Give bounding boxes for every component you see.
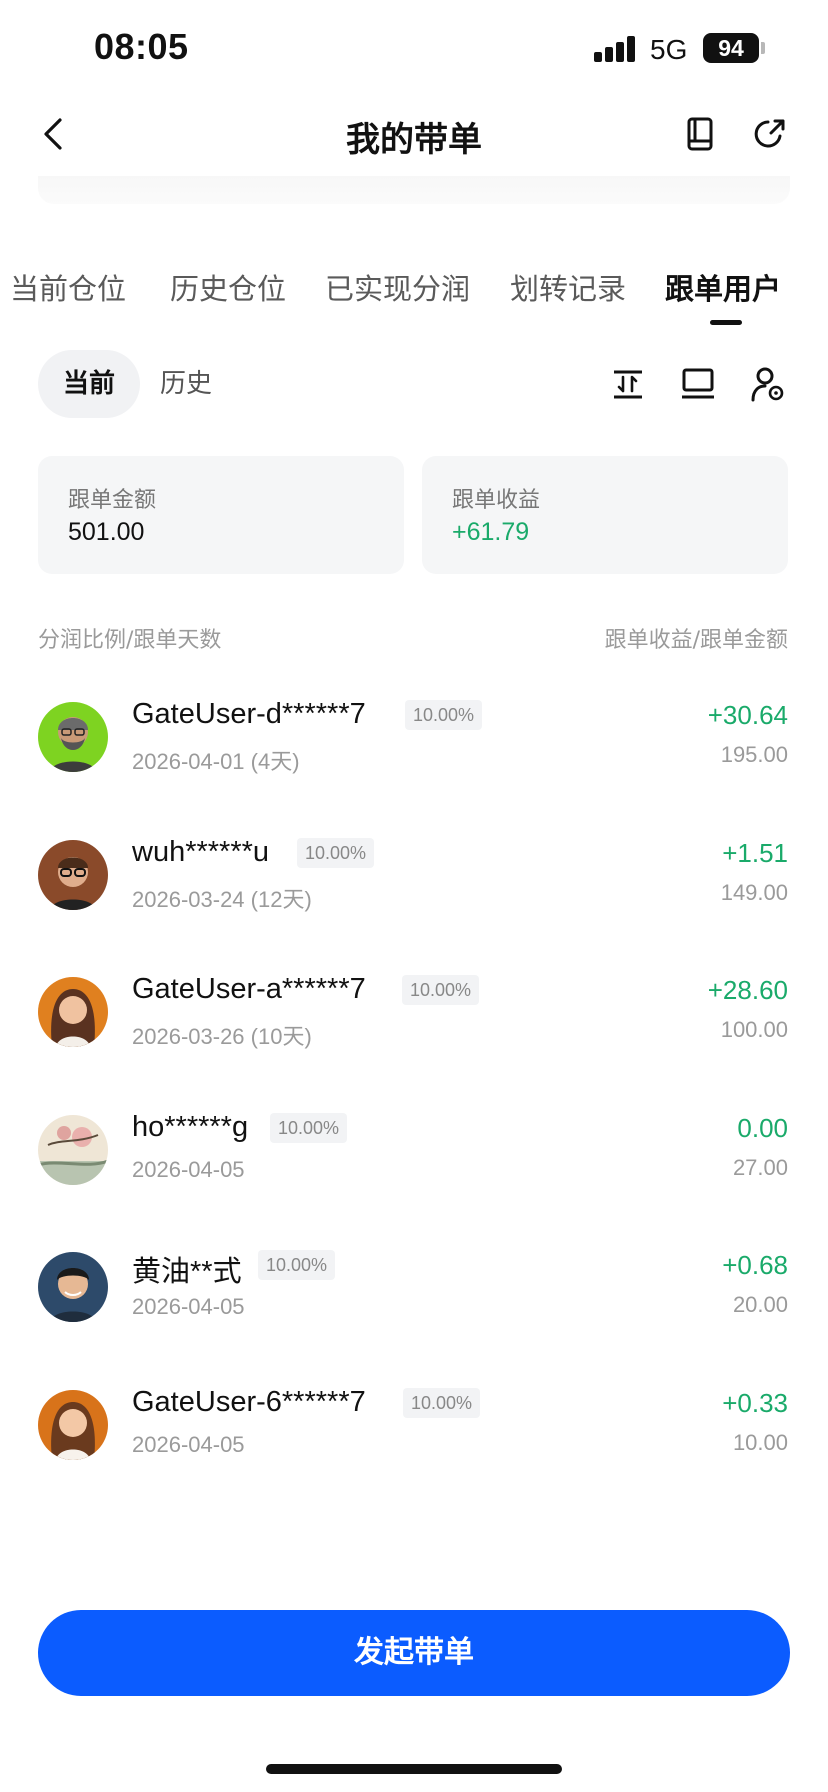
tab-bar: 当前仓位 历史仓位 已实现分润 划转记录 跟单用户 [0,262,828,332]
follower-amount: 100.00 [720,1017,788,1042]
follow-start-date: 2026-04-01 (4天) [132,749,300,774]
share-icon[interactable] [750,114,790,154]
follower-profit: +1.51 [722,838,788,868]
status-time: 08:05 [94,26,189,67]
follow-start-date: 2026-04-05 [132,1157,245,1182]
follower-row[interactable]: ho******g 10.00% 2026-04-05 0.00 27.00 [0,1111,828,1235]
follower-profit: +28.60 [707,975,788,1005]
avatar [38,702,108,772]
follower-amount: 27.00 [732,1155,788,1180]
follower-profit: +30.64 [707,700,788,730]
list-header-left: 分润比例/跟单天数 [38,628,222,653]
follower-profit: 0.00 [737,1113,788,1143]
avatar [38,1252,108,1322]
follow-amount-label: 跟单金额 [68,488,157,513]
follower-name: GateUser-6******7 [132,1386,366,1418]
follow-start-date: 2026-03-26 (10天) [132,1024,312,1049]
follower-profit: +0.68 [722,1250,788,1280]
profit-share-ratio-badge: 10.00% [270,1113,348,1143]
avatar [38,840,108,910]
follow-profit-value: +61.79 [452,518,530,546]
user-settings-icon[interactable] [748,364,788,404]
follower-profit: +0.33 [722,1388,788,1418]
follower-amount: 149.00 [720,880,788,905]
follow-amount-value: 501.00 [68,518,145,546]
book-icon[interactable] [680,114,720,154]
tab-followers[interactable]: 跟单用户 [665,266,781,308]
follower-name: GateUser-d******7 [132,698,366,730]
follow-start-date: 2026-04-05 [132,1294,245,1319]
follower-row[interactable]: wuh******u 10.00% 2026-03-24 (12天) +1.51… [0,836,828,960]
battery-icon: 94 [703,33,759,63]
subtab-history[interactable]: 历史 [160,350,212,418]
follow-start-date: 2026-04-05 [132,1432,245,1457]
avatar [38,1390,108,1460]
follower-amount: 195.00 [720,742,788,767]
network-label: 5G [650,34,688,65]
follower-row[interactable]: 黄油**式 10.00% 2026-04-05 +0.68 20.00 [0,1250,828,1372]
profit-share-ratio-badge: 10.00% [402,975,480,1005]
follower-amount: 20.00 [732,1292,788,1317]
follower-name: GateUser-a******7 [132,973,366,1005]
follower-row[interactable]: GateUser-d******7 10.00% 2026-04-01 (4天)… [0,698,828,822]
follower-name: ho******g [132,1111,249,1143]
tab-transfer-records[interactable]: 划转记录 [510,266,626,308]
profit-share-ratio-badge: 10.00% [258,1250,336,1280]
follower-row[interactable]: GateUser-a******7 10.00% 2026-03-26 (10天… [0,973,828,1097]
follower-name: wuh******u [132,836,270,868]
follower-name: 黄油**式 [132,1256,242,1288]
follow-amount-card: 跟单金额 501.00 [38,456,404,574]
list-header-right: 跟单收益/跟单金额 [604,628,788,653]
profit-share-ratio-badge: 10.00% [405,700,483,730]
tab-current-positions[interactable]: 当前仓位 [10,266,126,308]
status-bar: 08:05 5G 94 [0,0,828,100]
monitor-icon[interactable] [678,364,718,404]
sort-icon[interactable] [608,364,648,404]
profit-share-ratio-badge: 10.00% [297,838,375,868]
tab-history-positions[interactable]: 历史仓位 [170,266,286,308]
avatar [38,1115,108,1185]
follow-start-date: 2026-03-24 (12天) [132,887,312,912]
follow-profit-card: 跟单收益 +61.79 [422,456,788,574]
battery-tip [761,42,765,54]
active-tab-indicator [710,320,742,325]
follower-amount: 10.00 [732,1430,788,1455]
avatar [38,977,108,1047]
subtab-current[interactable]: 当前 [38,350,140,418]
signal-icon [594,34,638,62]
profit-share-ratio-badge: 10.00% [403,1388,481,1418]
collapsed-card-edge [38,176,790,204]
follower-row[interactable]: GateUser-6******7 10.00% 2026-04-05 +0.3… [0,1386,828,1510]
home-indicator [266,1764,562,1774]
tab-realized-profit-share[interactable]: 已实现分润 [325,266,470,308]
follow-profit-label: 跟单收益 [452,488,541,513]
start-copy-trading-button[interactable]: 发起带单 [38,1610,790,1696]
